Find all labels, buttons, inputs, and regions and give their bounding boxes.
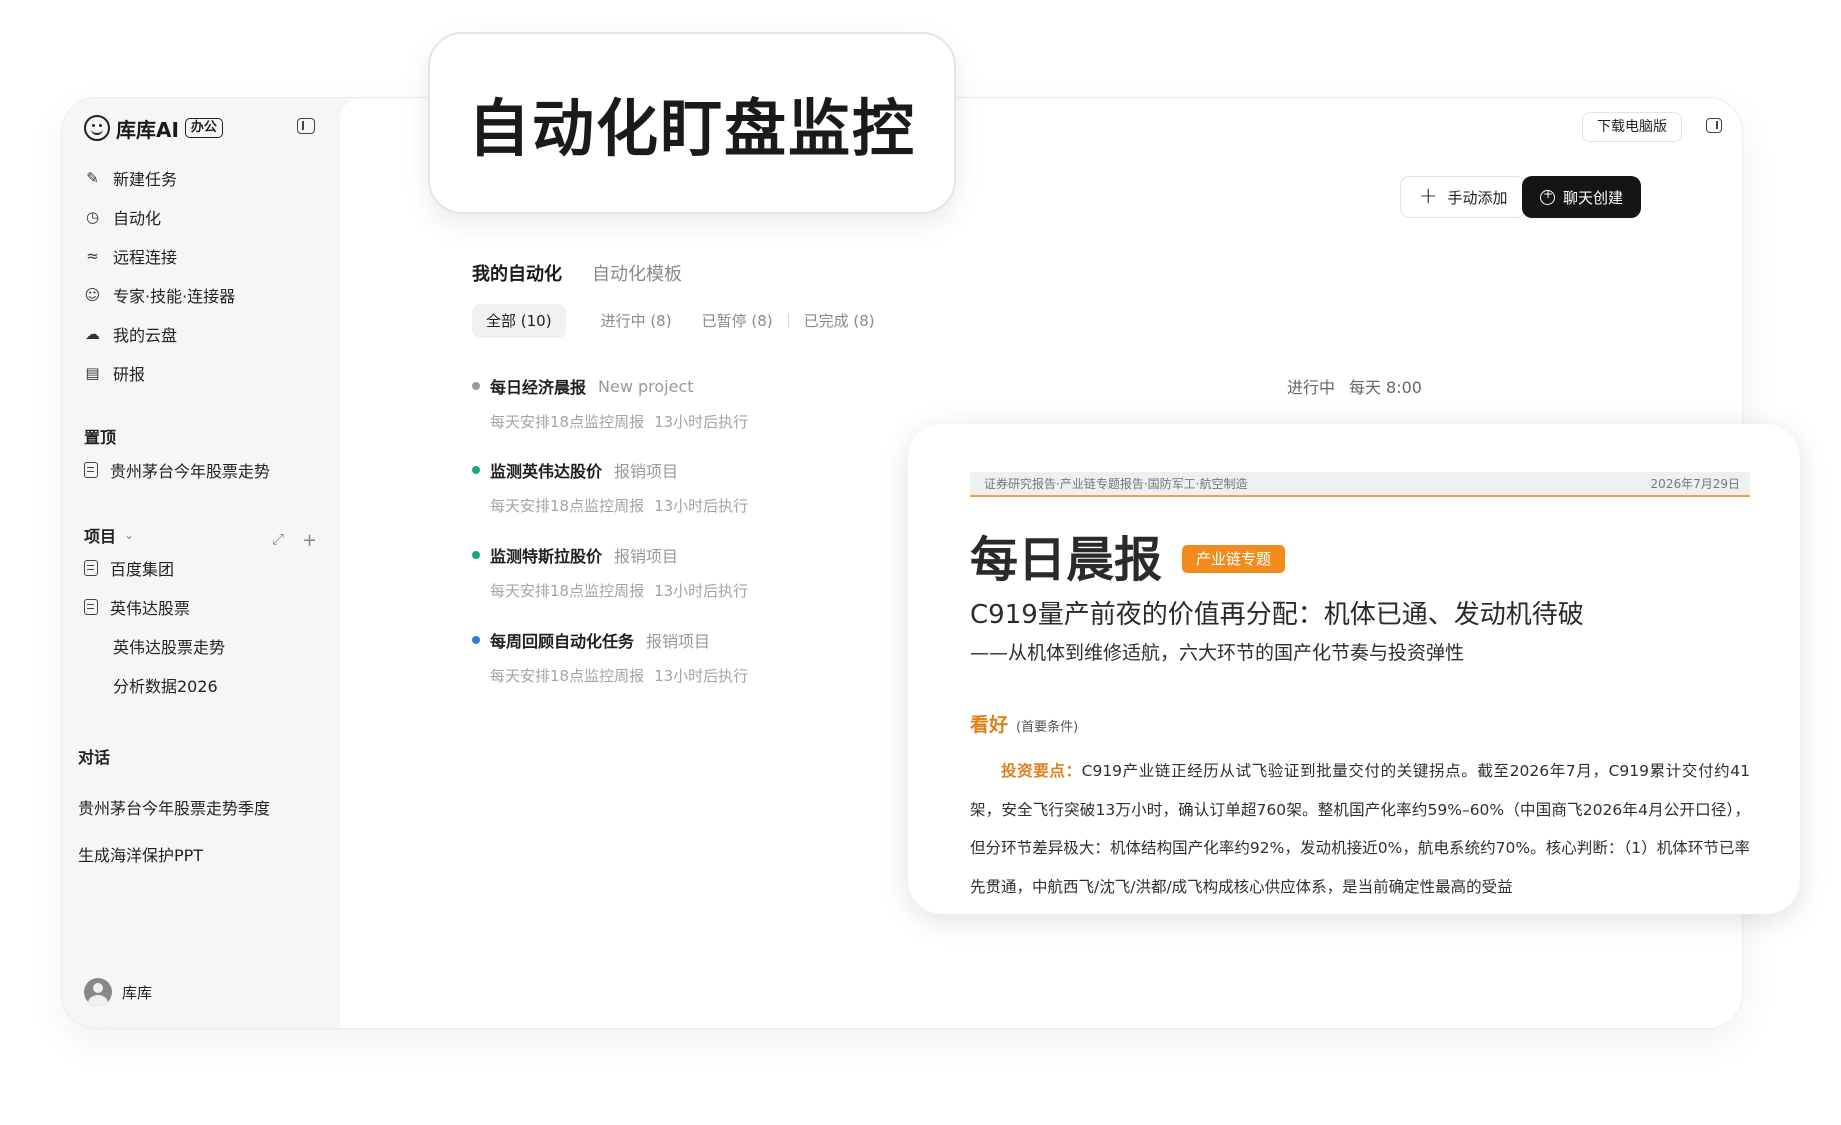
- tab-templates[interactable]: 自动化模板: [592, 260, 682, 286]
- report-subhead: ——从机体到维修适航，六大环节的国产化节奏与投资弹性: [970, 642, 1465, 664]
- chat-item[interactable]: 贵州茅台今年股票走势季度: [78, 783, 270, 830]
- filter-done[interactable]: 已完成 (8): [789, 304, 890, 338]
- key-points-label: 投资要点：: [1001, 762, 1082, 780]
- sidebar-nav: ✎ 新建任务 ◷ 自动化 ≈ 远程连接 ☺ 专家·技能·连接器 ☁ 我的云盘 ▤ 研报: [84, 158, 314, 392]
- report-category: 证券研究报告·产业链专题报告·国防军工·航空制造: [984, 477, 1248, 491]
- task-next-run: 13小时后执行: [654, 413, 749, 431]
- task-name: 每周回顾自动化任务: [490, 632, 635, 651]
- chat-plus-icon: [1540, 187, 1555, 205]
- nav-automation[interactable]: ◷ 自动化: [84, 197, 314, 236]
- nav-remote[interactable]: ≈ 远程连接: [84, 236, 314, 275]
- status-dot: [472, 636, 480, 644]
- pinned-list: 贵州茅台今年股票走势: [84, 450, 314, 489]
- nav-reports[interactable]: ▤ 研报: [84, 353, 314, 392]
- feature-title-card: 自动化盯盘监控: [428, 32, 956, 214]
- report-preview-card[interactable]: 证券研究报告·产业链专题报告·国防军工·航空制造 2026年7月29日 每日晨报…: [908, 424, 1800, 914]
- rating-note: (首要条件): [1016, 720, 1079, 735]
- stage: 库库AI 办公 ✎ 新建任务 ◷ 自动化 ≈ 远程连接 ☺ 专家·技能·连接器 ☁ 我的云…: [0, 0, 1841, 1125]
- status-dot: [472, 551, 480, 559]
- project-item[interactable]: 百度集团: [84, 548, 314, 587]
- document-icon: [84, 461, 98, 478]
- nav-new-task[interactable]: ✎ 新建任务: [84, 158, 314, 197]
- task-project: 报销项目: [646, 632, 711, 651]
- clock-icon: ◷: [85, 207, 100, 226]
- filter-paused[interactable]: 已暂停 (8): [687, 304, 788, 338]
- sidebar: 库库AI 办公 ✎ 新建任务 ◷ 自动化 ≈ 远程连接 ☺ 专家·技能·连接器 ☁ 我的云…: [62, 98, 340, 1028]
- task-project: 报销项目: [614, 462, 679, 481]
- document-icon: [84, 598, 98, 615]
- filter-running[interactable]: 进行中 (8): [586, 304, 687, 338]
- task-schedule: 每天安排18点监控周报: [490, 497, 645, 515]
- chats-title: 对话: [78, 748, 111, 767]
- report-date: 2026年7月29日: [1650, 477, 1740, 491]
- task-name: 每日经济晨报: [490, 378, 587, 397]
- panel-toggle-icon[interactable]: [1706, 118, 1722, 133]
- chat-list: 贵州茅台今年股票走势季度 生成海洋保护PPT: [78, 783, 270, 877]
- edit-icon: ✎: [86, 168, 99, 187]
- task-name: 监测特斯拉股价: [490, 547, 603, 566]
- report-rating: 看好 (首要条件): [970, 710, 1078, 737]
- nav-experts[interactable]: ☺ 专家·技能·连接器: [84, 275, 314, 314]
- smile-icon: ☺: [84, 285, 101, 304]
- status-dot: [472, 466, 480, 474]
- rating-label: 看好: [970, 714, 1009, 736]
- filter-all[interactable]: 全部 (10): [472, 304, 566, 338]
- project-subitem[interactable]: 英伟达股票走势: [84, 626, 314, 665]
- report-body: 投资要点：C919产业链正经历从试飞验证到批量交付的关键拐点。截至2026年7月…: [970, 752, 1750, 906]
- chevron-down-icon: ⌄: [124, 528, 135, 542]
- chat-item[interactable]: 生成海洋保护PPT: [78, 830, 270, 877]
- user-profile[interactable]: 库库: [84, 978, 152, 1006]
- avatar: [84, 978, 112, 1006]
- smile-logo-icon: [84, 115, 110, 141]
- task-project: New project: [598, 376, 694, 396]
- status-filters: 全部 (10) 进行中 (8) 已暂停 (8) 已完成 (8): [472, 304, 890, 338]
- plus-icon: +: [1419, 184, 1438, 209]
- project-list: 百度集团 英伟达股票 英伟达股票走势 分析数据2026: [84, 548, 314, 704]
- sidebar-collapse-icon[interactable]: [297, 118, 315, 134]
- report-icon: ▤: [85, 363, 100, 382]
- task-status: 进行中 每天 8:00: [1286, 378, 1422, 397]
- brand[interactable]: 库库AI 办公: [84, 113, 223, 143]
- task-schedule: 每天安排18点监控周报: [490, 413, 645, 431]
- download-desktop-button[interactable]: 下载电脑版: [1582, 112, 1682, 142]
- report-title: 每日晨报: [970, 532, 1163, 588]
- project-subitem[interactable]: 分析数据2026: [84, 665, 314, 704]
- status-dot: [472, 382, 480, 390]
- task-name: 监测英伟达股价: [490, 462, 603, 481]
- task-next-run: 13小时后执行: [654, 497, 749, 515]
- automation-tabs: 我的自动化 自动化模板: [472, 260, 682, 286]
- route-icon: ≈: [86, 246, 99, 265]
- task-schedule: 每天安排18点监控周报: [490, 667, 645, 685]
- report-body-text: C919产业链正经历从试飞验证到批量交付的关键拐点。截至2026年7月，C919…: [970, 762, 1750, 896]
- pinned-title: 置顶: [84, 428, 117, 447]
- tab-my-automation[interactable]: 我的自动化: [472, 260, 562, 286]
- report-title-row: 每日晨报 产业链专题: [970, 520, 1286, 590]
- pinned-item[interactable]: 贵州茅台今年股票走势: [84, 450, 314, 489]
- document-icon: [84, 559, 98, 576]
- task-next-run: 13小时后执行: [654, 667, 749, 685]
- projects-header[interactable]: 项目 ⌄: [84, 523, 134, 547]
- chat-create-button[interactable]: 聊天创建: [1522, 176, 1642, 218]
- task-project: 报销项目: [614, 547, 679, 566]
- task-next-run: 13小时后执行: [654, 582, 749, 600]
- project-item[interactable]: 英伟达股票: [84, 587, 314, 626]
- task-schedule: 每天安排18点监控周报: [490, 582, 645, 600]
- user-name: 库库: [122, 983, 153, 1002]
- report-headline: C919量产前夜的价值再分配：机体已通、发动机待破: [970, 600, 1584, 630]
- report-header-bar: 证券研究报告·产业链专题报告·国防军工·航空制造 2026年7月29日: [970, 472, 1750, 497]
- app-tag: 办公: [184, 118, 223, 138]
- report-badge: 产业链专题: [1182, 545, 1286, 573]
- cloud-icon: ☁: [85, 324, 100, 343]
- manual-add-button[interactable]: + 手动添加: [1400, 176, 1527, 218]
- nav-cloud[interactable]: ☁ 我的云盘: [84, 314, 314, 353]
- feature-title: 自动化盯盘监控: [467, 92, 916, 165]
- app-name: 库库AI: [116, 117, 179, 142]
